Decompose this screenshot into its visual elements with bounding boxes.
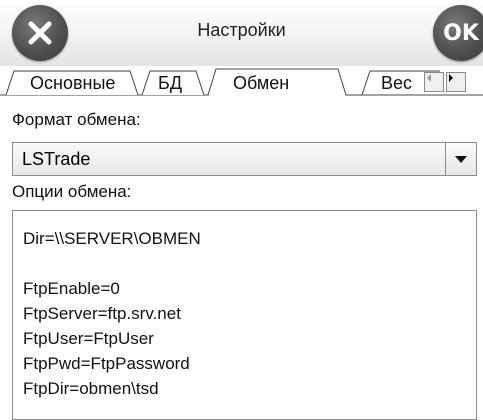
tab-weight-clip: Вес	[370, 66, 424, 96]
tab-scroll-right-button[interactable]	[446, 72, 466, 92]
scroll-right-icon	[449, 74, 453, 82]
ok-label: OK	[443, 20, 479, 46]
option-line: FtpDir=obmen\tsd	[23, 379, 159, 398]
option-line	[23, 251, 466, 276]
window-title: Настройки	[197, 20, 286, 40]
tab-exchange[interactable]: Обмен	[233, 73, 289, 94]
chevron-down-icon	[455, 155, 467, 163]
ok-button[interactable]: OK	[433, 5, 483, 61]
tab-strip: Основные БД Обмен Вес	[0, 66, 483, 96]
exchange-format-value: LSTrade	[22, 149, 91, 169]
dropdown-button[interactable]	[445, 143, 476, 175]
option-line: FtpEnable=0	[23, 279, 120, 298]
option-line: FtpUser=FtpUser	[23, 329, 154, 348]
exchange-options-label: Опции обмена:	[12, 182, 132, 201]
exchange-format-label: Формат обмена:	[12, 110, 141, 129]
tab-db[interactable]: БД	[158, 73, 182, 94]
scroll-left-icon	[427, 74, 431, 82]
exchange-options-textarea[interactable]: Dir=\\SERVER\OBMEN FtpEnable=0 FtpServer…	[12, 210, 477, 420]
tab-scroll-left-button[interactable]	[424, 72, 444, 92]
exchange-format-select[interactable]: LSTrade	[12, 142, 477, 176]
option-line: FtpServer=ftp.srv.net	[23, 304, 181, 323]
option-line: FtpPwd=FtpPassword	[23, 354, 190, 373]
tab-weight[interactable]: Вес	[381, 73, 412, 94]
title-bar: Настройки OK	[0, 0, 483, 67]
tab-main[interactable]: Основные	[30, 73, 115, 94]
option-line: Dir=\\SERVER\OBMEN	[23, 229, 201, 248]
